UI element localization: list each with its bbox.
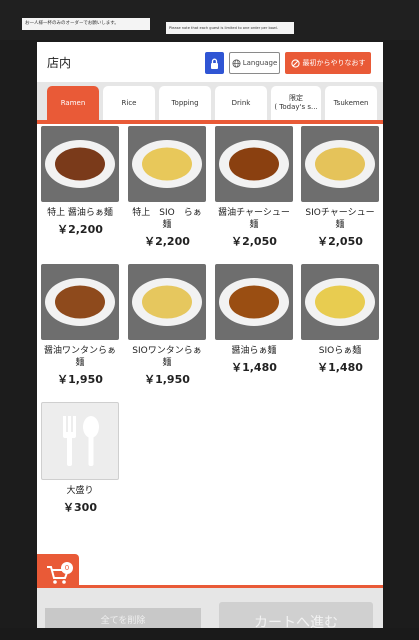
menu-item[interactable]: 特上 醤油らぁ麺 ￥2,200 <box>41 126 119 237</box>
menu-item-price: ￥1,950 <box>144 373 190 386</box>
language-button[interactable]: Language <box>229 52 280 74</box>
bowl-broth <box>229 285 279 319</box>
bowl-broth <box>142 147 192 181</box>
kiosk-bezel-bottom <box>0 628 419 640</box>
bowl-broth <box>315 285 365 319</box>
menu-item-photo <box>128 264 206 340</box>
bowl-broth <box>55 147 105 181</box>
menu-item-price: ￥1,480 <box>231 361 277 374</box>
menu-item-photo <box>128 126 206 202</box>
menu-item[interactable]: 特上 SIO らぁ麺 ￥2,200 <box>128 126 206 249</box>
menu-item-name: 大盛り <box>66 486 94 496</box>
menu-item-name: SIOらぁ麺 <box>318 346 362 356</box>
cart-count-badge: 0 <box>61 562 73 574</box>
bowl-broth <box>229 147 279 181</box>
kiosk-screen: 店内 Language 最初からやりなおす Ramen Rice Topping… <box>37 42 383 640</box>
fork-spoon-icon <box>63 416 99 466</box>
menu-item-name: 特上 SIO らぁ麺 <box>132 208 202 230</box>
menu-item-price: ￥2,200 <box>57 223 103 236</box>
notice-label-left: お一人様一杯のみのオーダーでお願いします。 <box>22 18 150 30</box>
tab-label: Ramen <box>60 98 86 107</box>
menu-item-price: ￥2,200 <box>144 235 190 248</box>
menu-item-price: ￥2,050 <box>317 235 363 248</box>
menu-item-photo <box>301 126 379 202</box>
menu-item-placeholder <box>41 402 119 480</box>
menu-item-photo <box>301 264 379 340</box>
category-tabs: Ramen Rice Topping Drink 限定 ( Today's s.… <box>37 82 383 122</box>
header: 店内 Language 最初からやりなおす <box>37 42 383 82</box>
restart-button[interactable]: 最初からやりなおす <box>285 52 371 74</box>
menu-item-photo <box>41 126 119 202</box>
menu-item-price: ￥1,950 <box>57 373 103 386</box>
tab-ramen[interactable]: Ramen <box>47 86 99 120</box>
kiosk-bezel-top: お一人様一杯のみのオーダーでお願いします。 Please note that e… <box>0 0 419 40</box>
bowl-broth <box>55 285 105 319</box>
notice-label-right: Please note that each guest is limited t… <box>166 22 294 34</box>
menu-item[interactable]: 醤油ワンタンらぁ麺 ￥1,950 <box>41 264 119 387</box>
menu-item[interactable]: 大盛り ￥300 <box>41 402 119 515</box>
tab-limited[interactable]: 限定 ( Today's s... <box>271 86 321 120</box>
lock-button[interactable] <box>205 52 224 74</box>
tab-label: Drink <box>231 98 251 107</box>
restart-label: 最初からやりなおす <box>302 59 366 67</box>
bowl-broth <box>315 147 365 181</box>
menu-item[interactable]: SIOらぁ麺 ￥1,480 <box>301 264 379 375</box>
tab-topping[interactable]: Topping <box>159 86 211 120</box>
menu-item[interactable]: 醤油チャーシュー麺 ￥2,050 <box>215 126 293 249</box>
page-title: 店内 <box>47 56 72 70</box>
tab-label: Topping <box>171 98 199 107</box>
tab-label: Tsukemen <box>333 98 369 107</box>
menu-item-price: ￥300 <box>63 501 97 514</box>
menu-item-name: 醤油らぁ麺 <box>231 346 277 356</box>
language-label: Language <box>242 59 278 67</box>
globe-icon <box>232 58 241 68</box>
menu-item-name: SIOチャーシュー麺 <box>305 208 375 230</box>
menu-item-photo <box>41 264 119 340</box>
menu-item-name: 特上 醤油らぁ麺 <box>47 208 113 218</box>
lock-icon <box>211 58 218 69</box>
tab-label: 限定 ( Today's s... <box>274 94 318 111</box>
menu-item[interactable]: SIOワンタンらぁ麺 ￥1,950 <box>128 264 206 387</box>
no-entry-icon <box>290 58 300 68</box>
menu-item-photo <box>215 264 293 340</box>
menu-item[interactable]: SIOチャーシュー麺 ￥2,050 <box>301 126 379 249</box>
bowl-broth <box>142 285 192 319</box>
tab-rice[interactable]: Rice <box>103 86 155 120</box>
menu-item-price: ￥1,480 <box>317 361 363 374</box>
tab-label: Rice <box>121 98 137 107</box>
menu-item-name: SIOワンタンらぁ麺 <box>132 346 202 368</box>
tab-drink[interactable]: Drink <box>215 86 267 120</box>
tab-tsukemen[interactable]: Tsukemen <box>325 86 377 120</box>
menu-item-name: 醤油チャーシュー麺 <box>218 208 290 230</box>
clear-all-button[interactable]: 全てを削除 <box>45 608 201 630</box>
menu-item[interactable]: 醤油らぁ麺 ￥1,480 <box>215 264 293 375</box>
tab-underline <box>37 120 383 124</box>
menu-item-price: ￥2,050 <box>231 235 277 248</box>
menu-item-photo <box>215 126 293 202</box>
menu-item-name: 醤油ワンタンらぁ麺 <box>43 346 116 368</box>
